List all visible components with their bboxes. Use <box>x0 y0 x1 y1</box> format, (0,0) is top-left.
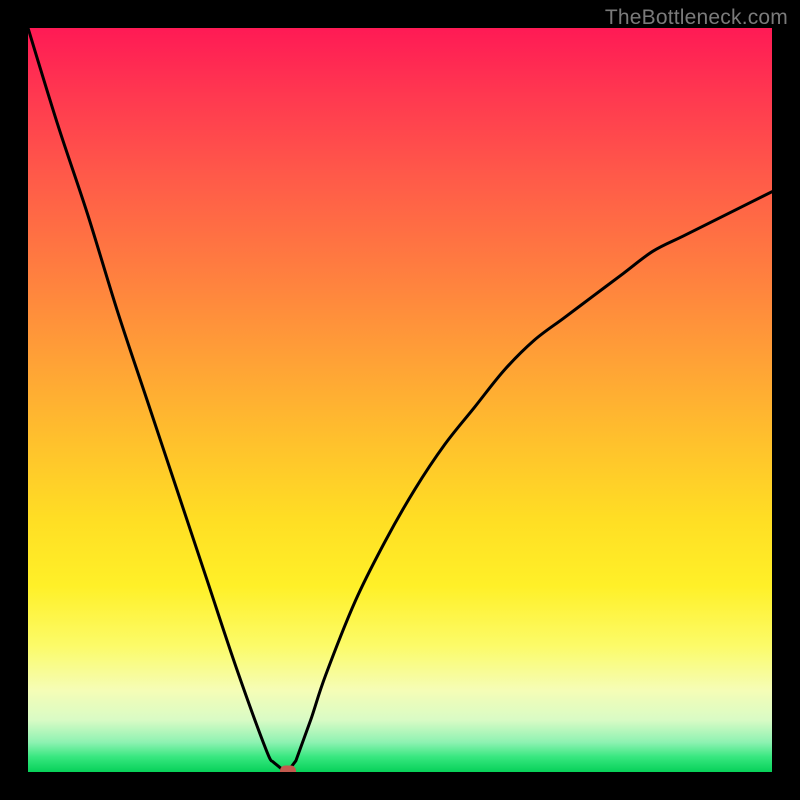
watermark-text: TheBottleneck.com <box>605 6 788 30</box>
chart-frame: TheBottleneck.com <box>0 0 800 800</box>
minimum-marker <box>280 765 296 772</box>
plot-area <box>28 28 772 772</box>
curve-path <box>28 28 772 771</box>
bottleneck-curve <box>28 28 772 772</box>
